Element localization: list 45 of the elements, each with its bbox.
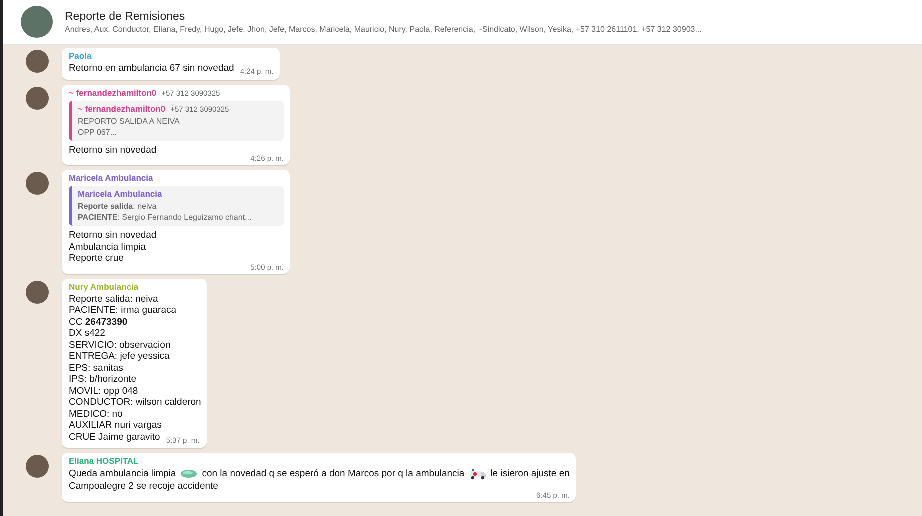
quoted-sender: Maricela Ambulancia [78,189,162,200]
message-text: Queda ambulancia limpia [69,468,176,480]
member-list: Andres, Aux, Conductor, Eliana, Fredy, Hugo, Jefe, Jhon, Jefe, Marcos, Maricela, Mauricio, Nury, Paola, Referencia, ~Sindicato, Wilson, Yesika, +57 310 2611101, +57 312 30903... [65,24,702,34]
message-text: Reporte salida: neiva [69,294,160,305]
message-text: con la novedad q se esperó a don Marcos por q la ambulancia [202,468,465,480]
message-text: ENTREGA: jefe yessica [69,351,171,362]
avatar[interactable] [26,455,49,478]
avatar[interactable] [26,280,49,304]
message-text: Ambulancia limpia [69,242,148,253]
avatar[interactable] [26,50,49,73]
quoted-text: PACIENTE: Sergio Fernando Leguizamo chant... [78,212,253,223]
message-text: EPS: sanitas [69,362,124,374]
soap-icon [180,469,198,479]
quoted-message[interactable]: Maricela Ambulancia Reporte salida: neiva PACIENTE: Sergio Fernando Leguizamo chant... [69,186,284,226]
avatar[interactable] [26,172,49,195]
message-text: IPS: b/horizonte [69,374,138,386]
sender-name[interactable]: ~ fernandezhamilton0 [69,88,157,98]
quoted-text: Reporte salida: neiva [78,201,158,212]
sender-name[interactable]: Maricela Ambulancia [69,173,154,184]
message-text: AUXILIAR nuri vargas [69,420,163,432]
avatar[interactable] [26,86,49,110]
message-text: Reporte crue [69,253,125,264]
message-text: CC 26473390 [69,316,129,328]
ambulance-icon [468,468,487,480]
quoted-sender: ~ fernandezhamilton0 [78,104,166,114]
message-text: Retorno sin novedad [69,144,158,156]
quoted-text: REPORTO SALIDA A NEIVA [78,116,181,126]
message-text: le isieron ajuste en [490,468,570,480]
sender-name[interactable]: Eliana HOSPITAL [69,456,139,467]
group-title[interactable]: Reporte de Remisiones [65,10,702,22]
message-text: MOVIL: opp 048 [69,386,140,397]
message-text: PACIENTE: irma guaraca [69,305,178,316]
sender-name[interactable]: Paola [69,51,92,62]
message-time: 5:37 p. m. [166,436,200,444]
message-text: DX s422 [69,328,106,340]
message-text: CONDUCTOR: wilson calderon [69,397,202,408]
message-text: SERVICIO: observacion [69,340,172,351]
message-text: MEDICO: no [69,408,124,420]
quoted-text: OPP 067... [78,126,118,138]
group-avatar[interactable] [21,6,53,38]
message-text: Campoalegre 2 se recoje accidente [69,480,218,492]
message-time: 4:24 p. m. [240,67,274,76]
message-text: CRUE Jaime garavito 5:37 p. m. [69,432,201,446]
message-text: Retorno sin novedad [69,230,158,242]
message-text: Retorno en ambulancia 67 sin novedad 4:24 p. m. [69,63,274,78]
